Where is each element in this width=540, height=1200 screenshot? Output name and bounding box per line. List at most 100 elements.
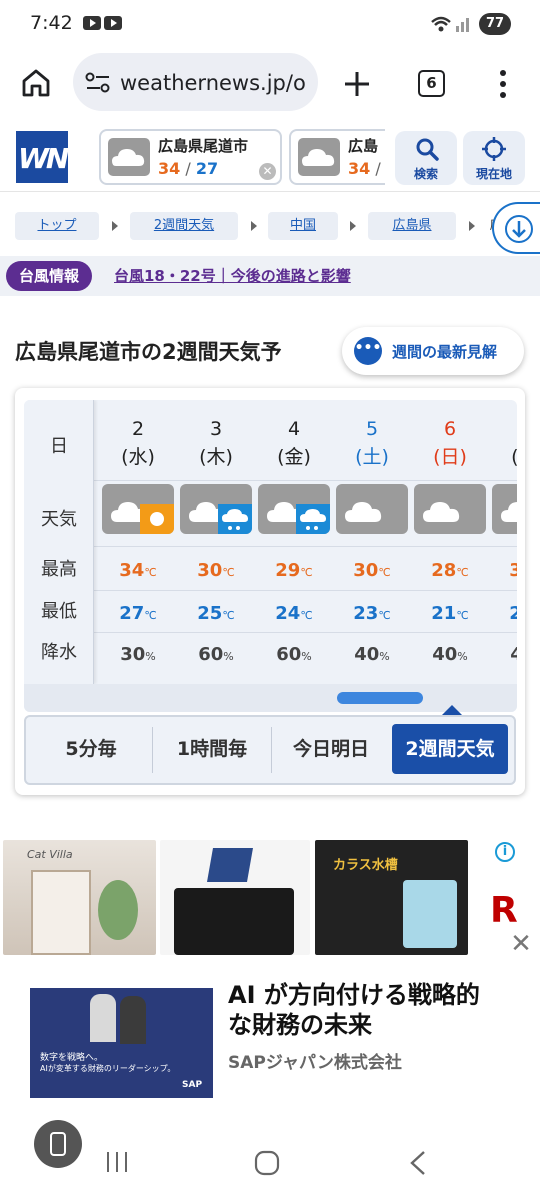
browser-toolbar: weathernews.jp/o 6 xyxy=(0,50,540,120)
breadcrumb-hiroshima[interactable]: 広島県 xyxy=(368,212,456,240)
row-label-pop: 降水 xyxy=(41,642,77,663)
search-icon xyxy=(416,138,439,161)
tab-2week[interactable]: 2週間天気 xyxy=(392,724,508,774)
high-temp: 29℃ xyxy=(275,560,313,581)
day-of-week: (金) xyxy=(277,446,311,468)
cloud-icon xyxy=(108,138,150,176)
tab-switcher-button[interactable]: 6 xyxy=(418,70,445,97)
tab-hourly[interactable]: 1時間毎 xyxy=(154,724,270,774)
forecast-day-column: 2 (水) 34℃ 27℃ 30% xyxy=(99,400,177,684)
status-bar: 7:42 77 xyxy=(0,0,540,50)
typhoon-link[interactable]: 台風18・22号｜今後の進路と影響 xyxy=(114,265,351,286)
weathernews-logo[interactable]: WN xyxy=(16,131,68,183)
low-temp: 23℃ xyxy=(509,603,517,624)
cloud-rain-icon xyxy=(180,484,252,534)
high-temp: 34℃ xyxy=(119,560,157,581)
battery-indicator: 77 xyxy=(479,13,511,35)
precip-chance: 60% xyxy=(276,644,312,665)
ad-close-button[interactable]: ✕ xyxy=(505,928,537,960)
cloud-sun-icon xyxy=(102,484,174,534)
sun-icon xyxy=(140,504,174,534)
system-nav-bar xyxy=(0,1120,540,1200)
ad-image-glass-tank[interactable]: カラス水槽 xyxy=(315,840,468,955)
latest-commentary-label: 週間の最新見解 xyxy=(392,343,498,361)
breadcrumb: トップ 2週間天気 中国 広島県 広 xyxy=(0,210,540,244)
chevron-right-icon xyxy=(112,221,118,231)
home-icon[interactable] xyxy=(20,67,52,99)
search-button[interactable]: 検索 xyxy=(395,131,457,185)
arrow-down-icon xyxy=(505,215,533,243)
day-number: 7 xyxy=(489,418,517,440)
day-of-week: (水) xyxy=(121,446,155,468)
scroll-down-button[interactable] xyxy=(492,202,540,254)
tab-today-tomorrow[interactable]: 今日明日 xyxy=(273,724,389,774)
high-temp: 30℃ xyxy=(353,560,391,581)
location-name: 広島 xyxy=(348,137,379,155)
chevron-right-icon xyxy=(251,221,257,231)
location-card[interactable]: 広島県尾道市 34 / 27 ✕ xyxy=(99,129,282,185)
day-number: 6 xyxy=(443,418,457,440)
chevron-right-icon xyxy=(350,221,356,231)
ad-headline[interactable]: AI が方向付ける戦略的な財務の未来 xyxy=(228,980,498,1040)
ad-advertiser: SAPジャパン株式会社 xyxy=(228,1053,402,1073)
precip-chance: 40% xyxy=(354,644,390,665)
location-temps: 34 / 27 xyxy=(158,159,219,178)
breadcrumb-2week[interactable]: 2週間天気 xyxy=(130,212,238,240)
forecast-table[interactable]: 2 (水) 34℃ 27℃ 30% 3 (木) 30℃ 25℃ 60% 4 (金) 29℃ 24℃ 60% 5… xyxy=(24,400,517,712)
precip-chance: 30% xyxy=(120,644,156,665)
cloud-rain-icon xyxy=(258,484,330,534)
rain-icon xyxy=(296,504,330,534)
row-label-weather: 天気 xyxy=(41,509,77,530)
ad-image-solar-tank[interactable] xyxy=(160,840,310,955)
forecast-day-column: 6 (日) 28℃ 21℃ 40% xyxy=(411,400,489,684)
low-temp: 25℃ xyxy=(197,603,235,624)
typhoon-badge: 台風情報 xyxy=(6,261,93,291)
precip-chance: 40% xyxy=(510,644,517,665)
remove-location-icon[interactable]: ✕ xyxy=(259,163,276,180)
page-title: 広島県尾道市の2週間天気予 xyxy=(15,340,282,364)
day-of-week: (月) xyxy=(489,442,517,469)
home-nav-icon[interactable] xyxy=(254,1150,280,1176)
location-name: 広島県尾道市 xyxy=(158,137,249,155)
precip-chance: 60% xyxy=(198,644,234,665)
address-bar[interactable]: weathernews.jp/o xyxy=(73,53,318,111)
recent-apps-icon[interactable] xyxy=(104,1150,130,1174)
more-menu-icon[interactable] xyxy=(496,68,510,100)
wifi-signal-icon xyxy=(431,16,469,32)
scrollbar-thumb[interactable] xyxy=(337,692,423,704)
new-tab-icon[interactable] xyxy=(342,69,372,99)
breadcrumb-chugoku[interactable]: 中国 xyxy=(268,212,338,240)
site-settings-icon[interactable] xyxy=(85,72,111,94)
sponsored-ad[interactable]: 数字を戦略へ。 AIが変革する財務のリーダーシップ。 SAP AI が方向付ける… xyxy=(30,968,508,1118)
back-icon[interactable] xyxy=(408,1150,428,1176)
location-card[interactable]: 広島 34 / xyxy=(289,129,385,185)
forecast-day-column: 3 (木) 30℃ 25℃ 60% xyxy=(177,400,255,684)
ad-image-cat-villa[interactable]: Cat Villa xyxy=(3,840,156,955)
status-time: 7:42 xyxy=(30,12,73,34)
day-of-week: (木) xyxy=(199,446,233,468)
cloud-icon xyxy=(298,138,340,176)
day-of-week: (日) xyxy=(433,446,467,468)
url-text: weathernews.jp/o xyxy=(120,71,306,95)
chat-bubble-icon: ••• xyxy=(354,337,382,365)
chevron-right-icon xyxy=(469,221,475,231)
precip-chance: 40% xyxy=(432,644,468,665)
low-temp: 23℃ xyxy=(353,603,391,624)
current-location-button[interactable]: 現在地 xyxy=(463,131,525,185)
low-temp: 27℃ xyxy=(119,603,157,624)
row-label-date: 日 xyxy=(50,436,68,457)
ad-banner-row[interactable]: Cat Villa カラス水槽 R i xyxy=(0,840,540,955)
row-label-low: 最低 xyxy=(41,601,77,622)
tab-5min[interactable]: 5分毎 xyxy=(32,724,150,774)
youtube-notification-icon xyxy=(104,16,122,30)
rain-icon xyxy=(218,504,252,534)
forecast-card: 2 (水) 34℃ 27℃ 30% 3 (木) 30℃ 25℃ 60% 4 (金) 29℃ 24℃ 60% 5… xyxy=(15,388,525,795)
floating-screenshot-button[interactable] xyxy=(34,1120,82,1168)
ad-info-icon[interactable]: i xyxy=(495,842,515,862)
breadcrumb-top[interactable]: トップ xyxy=(15,212,99,240)
latest-commentary-button[interactable]: ••• 週間の最新見解 xyxy=(342,327,524,375)
forecast-day-column: 5 (土) 30℃ 23℃ 40% xyxy=(333,400,411,684)
day-of-week: (土) xyxy=(355,446,389,468)
search-label: 検索 xyxy=(413,167,438,181)
day-number: 2 xyxy=(131,418,145,440)
